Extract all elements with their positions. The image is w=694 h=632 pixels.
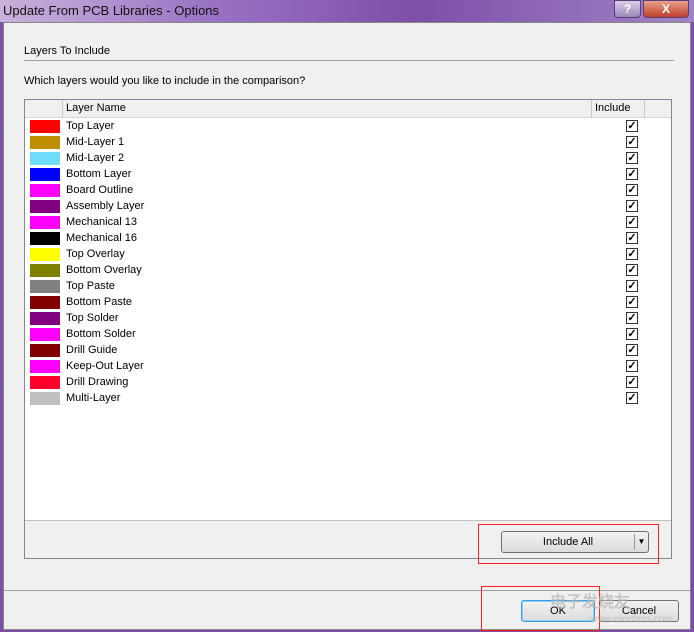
layer-name: Bottom Solder xyxy=(66,328,136,340)
layer-color-swatch xyxy=(30,248,60,261)
question-label: Which layers would you like to include i… xyxy=(24,75,306,87)
layer-color-swatch xyxy=(30,120,60,133)
layers-table: Layer Name Include Top Layer ✓ Mid-Layer… xyxy=(24,99,672,559)
include-checkbox[interactable]: ✓ xyxy=(626,328,638,340)
include-checkbox[interactable]: ✓ xyxy=(626,312,638,324)
dialog-body: Layers To Include Which layers would you… xyxy=(3,22,691,631)
include-checkbox[interactable]: ✓ xyxy=(626,392,638,404)
layer-color-swatch xyxy=(30,344,60,357)
table-header: Layer Name Include xyxy=(25,100,671,118)
watermark-url: www.elecfans.com xyxy=(590,614,673,625)
table-row[interactable]: Drill Drawing ✓ xyxy=(25,375,671,391)
table-row[interactable]: Bottom Overlay ✓ xyxy=(25,263,671,279)
layer-color-swatch xyxy=(30,392,60,405)
watermark-text: 电子发烧友 xyxy=(550,594,631,611)
layer-color-swatch xyxy=(30,184,60,197)
table-row[interactable]: Mid-Layer 1 ✓ xyxy=(25,135,671,151)
include-checkbox[interactable]: ✓ xyxy=(626,344,638,356)
layer-color-swatch xyxy=(30,296,60,309)
table-row[interactable]: Top Layer ✓ xyxy=(25,119,671,135)
table-row[interactable]: Bottom Layer ✓ xyxy=(25,167,671,183)
table-row[interactable]: Mid-Layer 2 ✓ xyxy=(25,151,671,167)
highlight-box xyxy=(478,524,659,564)
layer-color-swatch xyxy=(30,216,60,229)
table-row[interactable]: Bottom Solder ✓ xyxy=(25,327,671,343)
layer-name: Bottom Layer xyxy=(66,168,132,180)
table-row[interactable]: Mechanical 16 ✓ xyxy=(25,231,671,247)
include-checkbox[interactable]: ✓ xyxy=(626,136,638,148)
table-row[interactable]: Top Overlay ✓ xyxy=(25,247,671,263)
layer-name: Top Overlay xyxy=(66,248,125,260)
layer-name: Top Paste xyxy=(66,280,115,292)
layer-color-swatch xyxy=(30,136,60,149)
section-divider xyxy=(24,60,674,61)
include-checkbox[interactable]: ✓ xyxy=(626,184,638,196)
close-button[interactable]: X xyxy=(643,0,689,18)
layer-name: Keep-Out Layer xyxy=(66,360,144,372)
column-layer-name[interactable]: Layer Name xyxy=(66,102,126,114)
table-row[interactable]: Board Outline ✓ xyxy=(25,183,671,199)
table-row[interactable]: Assembly Layer ✓ xyxy=(25,199,671,215)
include-checkbox[interactable]: ✓ xyxy=(626,232,638,244)
layer-name: Drill Guide xyxy=(66,344,118,356)
layer-color-swatch xyxy=(30,168,60,181)
layer-name: Drill Drawing xyxy=(66,376,129,388)
include-checkbox[interactable]: ✓ xyxy=(626,200,638,212)
table-row[interactable]: Keep-Out Layer ✓ xyxy=(25,359,671,375)
include-checkbox[interactable]: ✓ xyxy=(626,360,638,372)
include-checkbox[interactable]: ✓ xyxy=(626,120,638,132)
layer-name: Bottom Paste xyxy=(66,296,133,308)
layer-name: Mechanical 13 xyxy=(66,216,137,228)
section-title: Layers To Include xyxy=(24,45,111,57)
layer-name: Mid-Layer 1 xyxy=(66,136,125,148)
layer-name: Top Layer xyxy=(66,120,115,132)
table-row[interactable]: Drill Guide ✓ xyxy=(25,343,671,359)
layer-name: Board Outline xyxy=(66,184,134,196)
layer-name: Mid-Layer 2 xyxy=(66,152,125,164)
window-title: Update From PCB Libraries - Options xyxy=(3,3,220,18)
table-row[interactable]: Bottom Paste ✓ xyxy=(25,295,671,311)
table-row[interactable]: Top Solder ✓ xyxy=(25,311,671,327)
layer-color-swatch xyxy=(30,360,60,373)
include-checkbox[interactable]: ✓ xyxy=(626,296,638,308)
layer-name: Mechanical 16 xyxy=(66,232,137,244)
layer-color-swatch xyxy=(30,200,60,213)
layer-name: Bottom Overlay xyxy=(66,264,142,276)
table-row[interactable]: Mechanical 13 ✓ xyxy=(25,215,671,231)
include-checkbox[interactable]: ✓ xyxy=(626,376,638,388)
include-checkbox[interactable]: ✓ xyxy=(626,280,638,292)
help-button[interactable]: ? xyxy=(614,0,641,18)
layer-name: Multi-Layer xyxy=(66,392,121,404)
include-checkbox[interactable]: ✓ xyxy=(626,248,638,260)
layer-name: Top Solder xyxy=(66,312,119,324)
layer-color-swatch xyxy=(30,264,60,277)
title-bar: Update From PCB Libraries - Options ? X xyxy=(0,0,694,22)
table-row[interactable]: Multi-Layer ✓ xyxy=(25,391,671,407)
include-checkbox[interactable]: ✓ xyxy=(626,264,638,276)
layer-name: Assembly Layer xyxy=(66,200,145,212)
include-checkbox[interactable]: ✓ xyxy=(626,216,638,228)
include-checkbox[interactable]: ✓ xyxy=(626,168,638,180)
layer-color-swatch xyxy=(30,152,60,165)
include-checkbox[interactable]: ✓ xyxy=(626,152,638,164)
column-include[interactable]: Include xyxy=(595,102,630,114)
layer-color-swatch xyxy=(30,312,60,325)
layer-color-swatch xyxy=(30,280,60,293)
layer-color-swatch xyxy=(30,376,60,389)
layer-color-swatch xyxy=(30,328,60,341)
layer-color-swatch xyxy=(30,232,60,245)
table-row[interactable]: Top Paste ✓ xyxy=(25,279,671,295)
